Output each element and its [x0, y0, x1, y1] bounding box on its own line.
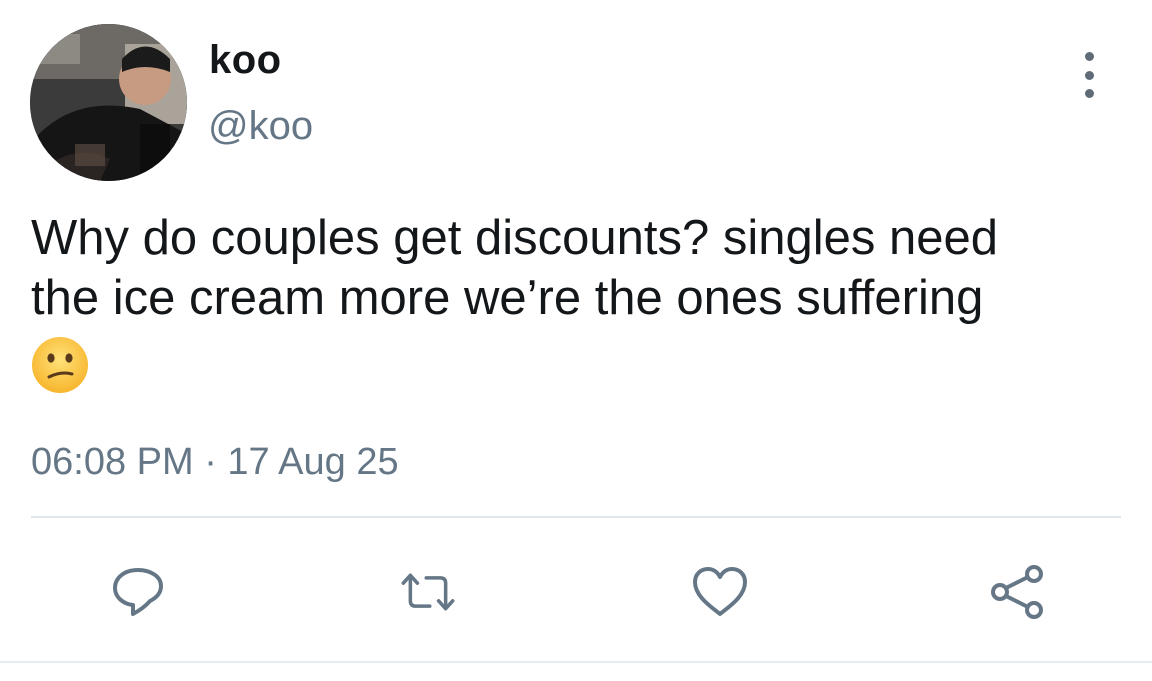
share-icon — [991, 565, 1043, 619]
more-dot — [1084, 89, 1094, 98]
like-icon — [693, 567, 747, 616]
display-name[interactable]: koo — [209, 38, 282, 83]
more-dot — [1084, 70, 1094, 80]
avatar-photo — [30, 24, 187, 181]
reply-button[interactable] — [108, 562, 168, 622]
avatar[interactable] — [30, 24, 187, 181]
divider — [31, 516, 1121, 518]
more-options-button[interactable] — [1074, 52, 1104, 98]
tweet-timestamp[interactable]: 06:08 PM · 17 Aug 25 — [31, 441, 399, 484]
like-button[interactable] — [690, 562, 750, 622]
tweet-text: Why do couples get discounts? singles ne… — [31, 211, 998, 325]
tweet-card: koo @koo Why do couples get discounts? s… — [0, 0, 1152, 681]
user-handle[interactable]: @koo — [208, 104, 313, 149]
confused-face-icon — [32, 337, 88, 393]
retweet-button[interactable] — [398, 562, 458, 622]
reply-icon — [113, 568, 163, 616]
share-button[interactable] — [988, 562, 1048, 622]
retweet-icon — [401, 573, 455, 611]
bottom-divider — [0, 661, 1152, 663]
more-dot — [1084, 52, 1094, 61]
